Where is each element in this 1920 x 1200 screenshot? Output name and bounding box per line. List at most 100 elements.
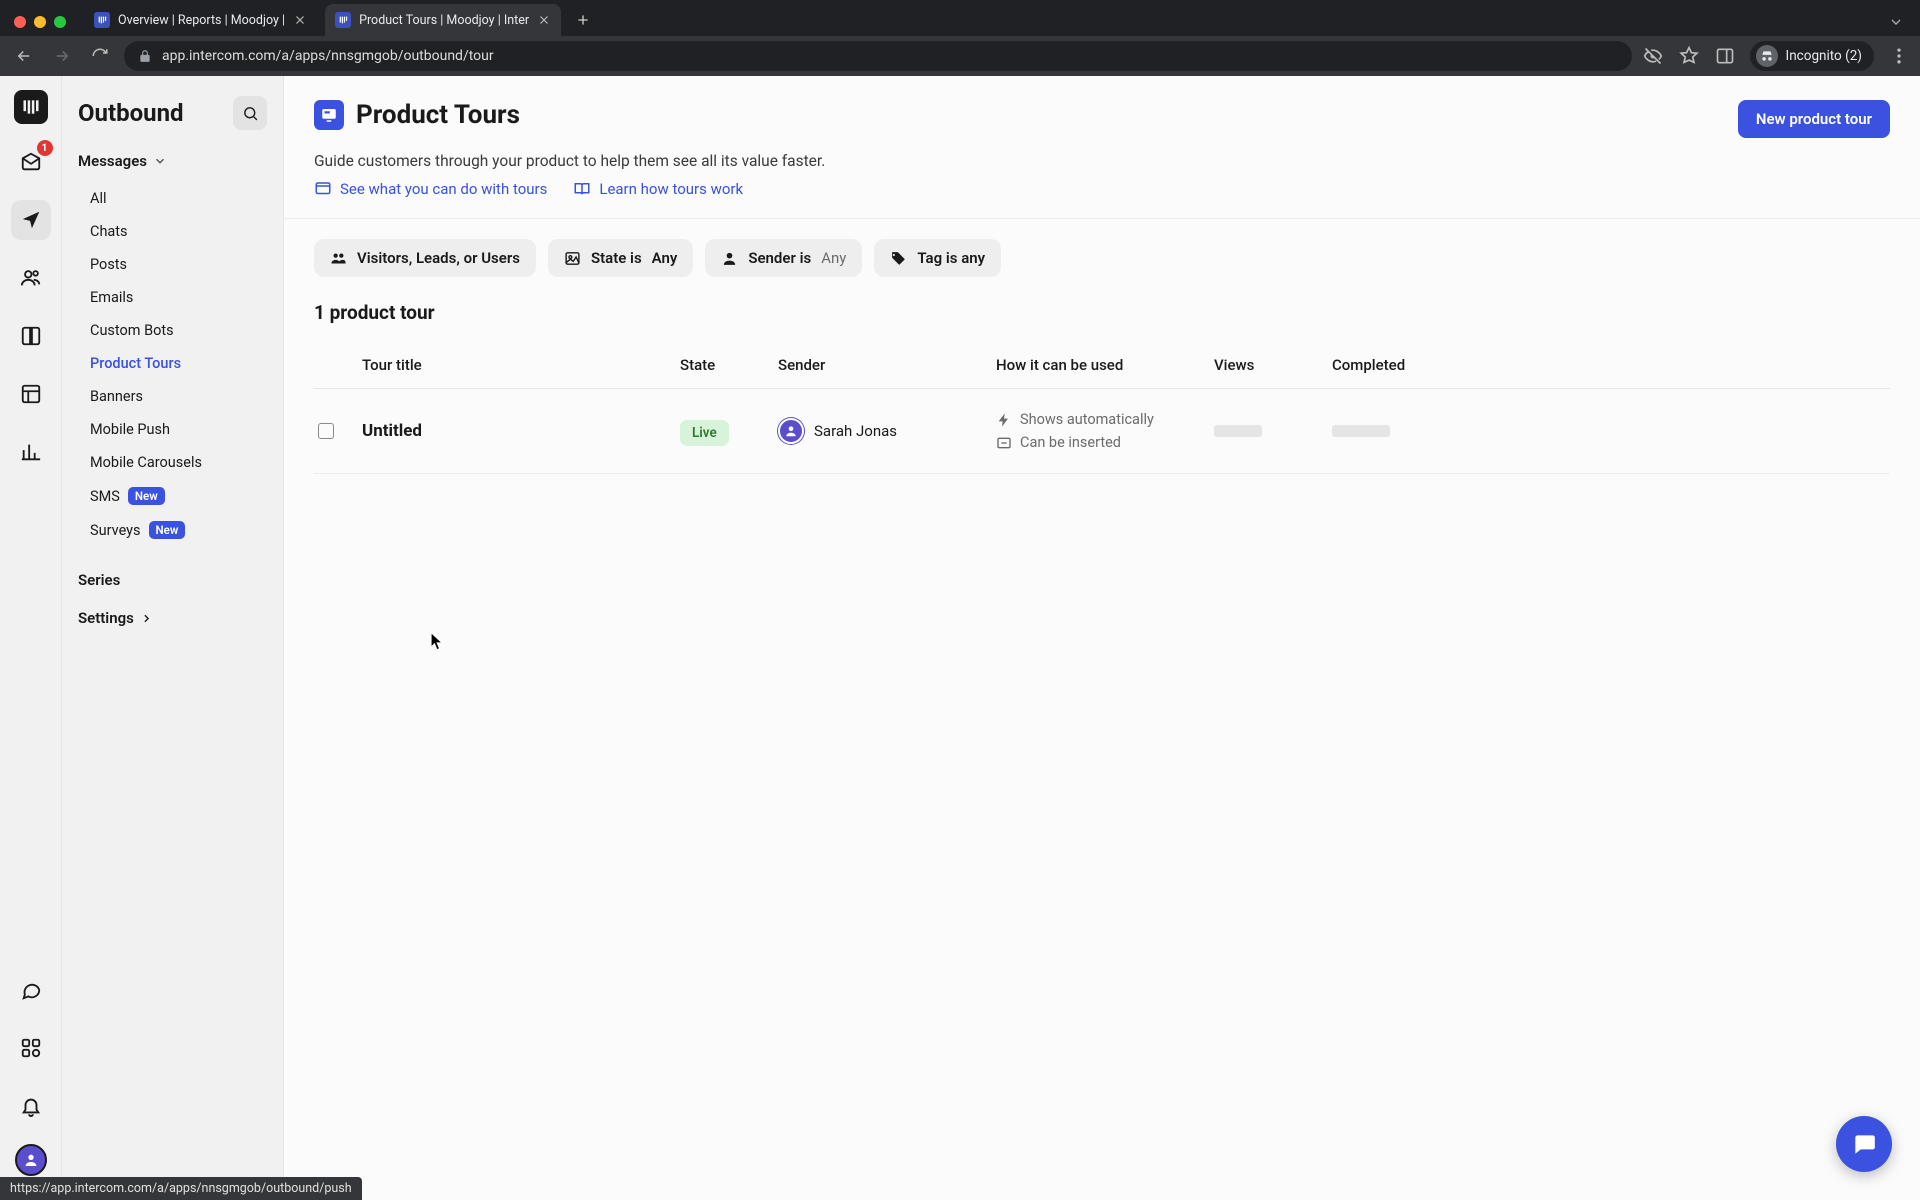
toolbar-right: Incognito (2) bbox=[1642, 41, 1910, 71]
sidebar-item-chats[interactable]: Chats bbox=[62, 215, 283, 248]
reload-button[interactable] bbox=[86, 42, 114, 70]
new-badge: New bbox=[128, 487, 165, 505]
table-row[interactable]: Untitled Live Sarah Jonas Shows automati… bbox=[314, 389, 1890, 474]
product-tours-icon bbox=[314, 100, 344, 130]
incognito-indicator[interactable]: Incognito (2) bbox=[1750, 41, 1874, 71]
col-usage[interactable]: How it can be used bbox=[996, 356, 1206, 374]
filter-label: Sender is bbox=[748, 249, 811, 267]
rail-item-operator[interactable] bbox=[11, 374, 51, 414]
sidebar-item-label: Series bbox=[78, 571, 120, 589]
sidebar-item-series[interactable]: Series bbox=[62, 561, 283, 599]
sidebar-item-surveys[interactable]: SurveysNew bbox=[62, 513, 283, 547]
col-tour-title[interactable]: Tour title bbox=[362, 356, 672, 374]
intercom-logo[interactable] bbox=[14, 90, 48, 124]
chevron-down-icon[interactable] bbox=[1888, 14, 1904, 30]
sidebar-item-mobile-carousels[interactable]: Mobile Carousels bbox=[62, 446, 283, 479]
sidebar-item-mobile-push[interactable]: Mobile Push bbox=[62, 413, 283, 446]
book-open-icon bbox=[573, 180, 591, 198]
inbox-icon bbox=[20, 151, 42, 173]
minimize-window-icon[interactable] bbox=[34, 16, 46, 28]
rail-item-notifications[interactable] bbox=[11, 1086, 51, 1126]
rail-item-contacts[interactable] bbox=[11, 258, 51, 298]
close-window-icon[interactable] bbox=[14, 16, 26, 28]
arrow-right-icon bbox=[53, 47, 71, 65]
filter-value: Any bbox=[652, 249, 678, 267]
help-link-see[interactable]: See what you can do with tours bbox=[314, 180, 547, 198]
sidebar-item-custom-bots[interactable]: Custom Bots bbox=[62, 314, 283, 347]
page-header: Product Tours New product tour Guide cus… bbox=[284, 76, 1920, 219]
chat-icon bbox=[20, 979, 42, 1001]
close-icon[interactable] bbox=[537, 13, 551, 27]
row-title: Untitled bbox=[362, 421, 672, 441]
help-link-learn[interactable]: Learn how tours work bbox=[573, 180, 743, 198]
col-completed[interactable]: Completed bbox=[1332, 356, 1442, 374]
tab-product-tours[interactable]: Product Tours | Moodjoy | Inter bbox=[325, 4, 561, 36]
back-button[interactable] bbox=[10, 42, 38, 70]
status-bar-hint: https://app.intercom.com/a/apps/nnsgmgob… bbox=[0, 1177, 362, 1200]
row-usage: Shows automatically Can be inserted bbox=[996, 411, 1206, 451]
close-icon[interactable] bbox=[293, 13, 307, 27]
filter-tag[interactable]: Tag is any bbox=[874, 239, 1001, 277]
sidebar-item-all[interactable]: All bbox=[62, 182, 283, 215]
image-icon bbox=[564, 250, 581, 267]
sidebar-item-banners[interactable]: Banners bbox=[62, 380, 283, 413]
kebab-menu-icon[interactable] bbox=[1888, 45, 1910, 67]
help-link-label: Learn how tours work bbox=[599, 180, 743, 198]
row-checkbox[interactable] bbox=[318, 423, 334, 439]
window-controls[interactable] bbox=[8, 16, 76, 36]
filter-audience[interactable]: Visitors, Leads, or Users bbox=[314, 239, 536, 277]
send-icon bbox=[20, 209, 42, 231]
incognito-label: Incognito (2) bbox=[1786, 48, 1862, 64]
chat-bubble-icon bbox=[1851, 1131, 1877, 1157]
sidebar-item-label: Mobile Push bbox=[90, 421, 170, 438]
star-icon[interactable] bbox=[1678, 45, 1700, 67]
rail-item-articles[interactable] bbox=[11, 316, 51, 356]
filter-label: Tag is any bbox=[917, 249, 985, 267]
user-icon bbox=[721, 250, 738, 267]
sidebar-search-button[interactable] bbox=[233, 96, 267, 130]
sidebar-section-messages[interactable]: Messages bbox=[62, 142, 283, 180]
filter-bar: Visitors, Leads, or Users State is Any S… bbox=[284, 219, 1920, 297]
rail-item-outbound[interactable] bbox=[11, 200, 51, 240]
new-tab-button[interactable] bbox=[569, 6, 597, 34]
rail-item-reports[interactable] bbox=[11, 432, 51, 472]
rail-item-apps[interactable] bbox=[11, 1028, 51, 1068]
eye-off-icon[interactable] bbox=[1642, 45, 1664, 67]
rail-item-inbox[interactable]: 1 bbox=[11, 142, 51, 182]
new-badge: New bbox=[149, 521, 186, 539]
sidebar-item-label: Product Tours bbox=[90, 355, 181, 372]
new-product-tour-button[interactable]: New product tour bbox=[1738, 100, 1890, 138]
forward-button[interactable] bbox=[48, 42, 76, 70]
col-views[interactable]: Views bbox=[1214, 356, 1324, 374]
sender-name: Sarah Jonas bbox=[814, 422, 897, 440]
people-icon bbox=[330, 250, 347, 267]
filter-sender[interactable]: Sender is Any bbox=[705, 239, 862, 277]
url-field[interactable]: app.intercom.com/a/apps/nnsgmgob/outboun… bbox=[124, 41, 1632, 71]
zoom-window-icon[interactable] bbox=[54, 16, 66, 28]
tab-label: Overview | Reports | Moodjoy | bbox=[118, 13, 285, 28]
sidebar-item-label: Chats bbox=[90, 223, 128, 240]
page-title-text: Product Tours bbox=[356, 100, 520, 130]
col-state[interactable]: State bbox=[680, 356, 770, 374]
sidebar-item-product-tours[interactable]: Product Tours bbox=[62, 347, 283, 380]
rail-avatar[interactable] bbox=[15, 1144, 47, 1176]
sidebar-item-label: All bbox=[90, 190, 107, 207]
col-sender[interactable]: Sender bbox=[778, 356, 988, 374]
rail-item-messenger[interactable] bbox=[11, 970, 51, 1010]
incognito-icon bbox=[1756, 45, 1778, 67]
filter-label: State is bbox=[591, 249, 642, 267]
chevron-right-icon bbox=[140, 612, 153, 625]
sidebar-item-posts[interactable]: Posts bbox=[62, 248, 283, 281]
sidebar-item-sms[interactable]: SMSNew bbox=[62, 479, 283, 513]
panel-icon[interactable] bbox=[1714, 45, 1736, 67]
tab-strip: Overview | Reports | Moodjoy | Product T… bbox=[0, 0, 1920, 36]
page-title: Product Tours bbox=[314, 100, 520, 130]
filter-state[interactable]: State is Any bbox=[548, 239, 693, 277]
tab-overview[interactable]: Overview | Reports | Moodjoy | bbox=[84, 4, 317, 36]
inbox-badge: 1 bbox=[37, 140, 53, 156]
sidebar-item-label: Custom Bots bbox=[90, 322, 174, 339]
sidebar-item-emails[interactable]: Emails bbox=[62, 281, 283, 314]
sidebar-item-settings[interactable]: Settings bbox=[62, 599, 283, 637]
messenger-fab[interactable] bbox=[1836, 1116, 1892, 1172]
layout-icon bbox=[20, 383, 42, 405]
